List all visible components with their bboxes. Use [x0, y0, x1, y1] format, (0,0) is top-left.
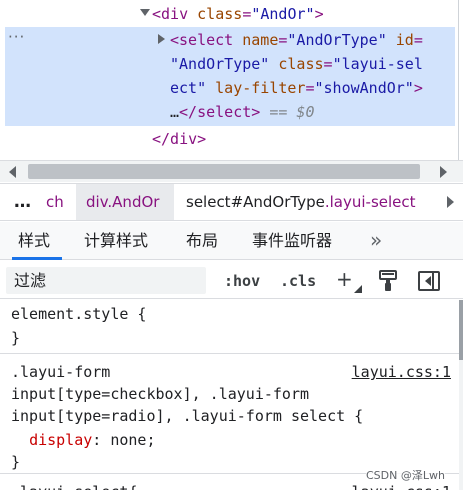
breadcrumb-item-select[interactable]: select#AndOrType.layui-select: [186, 184, 416, 220]
tag-name: <div: [152, 5, 189, 23]
styles-pane: element.style { } .layui-form layui.css:…: [0, 300, 459, 490]
new-style-rule-button[interactable]: +: [336, 267, 353, 291]
attr-name: name: [242, 31, 279, 49]
property-name[interactable]: display: [29, 431, 92, 449]
rule-selector[interactable]: .layui-select{: [11, 480, 137, 490]
attr-value: "AndOrType": [170, 55, 270, 73]
rule-selector[interactable]: input[type=radio], .layui-form select {: [11, 404, 363, 428]
collapse-triangle-icon[interactable]: [158, 34, 165, 44]
div-close-tag[interactable]: </div>: [152, 127, 206, 151]
breadcrumb: … ch div.AndOr select#AndOrType.layui-se…: [0, 183, 463, 221]
styles-toolbar: :hov .cls +: [0, 261, 463, 299]
rule-selector[interactable]: .layui-form: [11, 360, 110, 384]
elements-dom-tree: ··· <div class="AndOr"> <select name="An…: [0, 0, 463, 160]
rule-close: }: [11, 329, 21, 347]
attr-value: "AndOr": [251, 5, 315, 23]
horizontal-scrollbar[interactable]: [0, 160, 463, 182]
rule-declaration[interactable]: display: none;: [11, 428, 155, 452]
sidebar-divider: [432, 273, 434, 289]
select-open-line-2[interactable]: "AndOrType" class="layui-sel: [170, 52, 423, 76]
breadcrumb-item-div[interactable]: div.AndOr: [76, 184, 174, 220]
select-open-line-1[interactable]: <select name="AndOrType" id=: [170, 28, 423, 52]
breadcrumb-select-tag: select#AndOrType: [186, 193, 325, 211]
attr-eq: =: [413, 31, 423, 49]
vertical-scrollbar[interactable]: [459, 300, 463, 490]
scrollbar-thumb[interactable]: [459, 300, 463, 360]
panel-divider: [458, 0, 459, 160]
attr-name: id: [395, 31, 414, 49]
sidebar-arrow-icon: [425, 276, 431, 286]
filter-input[interactable]: [6, 267, 206, 294]
chevron-double-right-icon[interactable]: »: [370, 222, 382, 260]
tag-close: </select>: [179, 103, 261, 121]
scroll-left-arrow-icon[interactable]: [9, 166, 16, 178]
breadcrumb-select-class: .layui-select: [324, 193, 416, 211]
element-style-rule[interactable]: element.style { }: [0, 300, 459, 354]
expand-triangle-icon[interactable]: [140, 9, 150, 16]
console-ref-marker: == $0: [269, 103, 315, 121]
scrollbar-thumb[interactable]: [28, 164, 420, 179]
tab-computed[interactable]: 计算样式: [84, 222, 148, 260]
attr-eq: =: [305, 79, 315, 97]
div-open-tag[interactable]: <div class="AndOr">: [152, 2, 324, 26]
active-tab-indicator: [12, 257, 62, 260]
tab-styles[interactable]: 样式: [18, 222, 50, 260]
tag-close: >: [314, 5, 324, 23]
attr-name: class: [197, 5, 243, 23]
breadcrumb-scroll-right-icon[interactable]: [447, 196, 454, 208]
rule-source-link[interactable]: layui.css:1: [352, 360, 451, 384]
select-open-line-3[interactable]: ect" lay-filter="showAndOr">: [170, 76, 423, 100]
watermark: CSDN @泽Lwh: [366, 467, 445, 483]
property-value[interactable]: : none;: [92, 431, 155, 449]
tab-event-listeners[interactable]: 事件监听器: [252, 222, 332, 260]
tag-close: >: [413, 79, 423, 97]
breadcrumb-overflow[interactable]: …: [14, 184, 31, 220]
attr-name: class: [278, 55, 324, 73]
breadcrumb-item-partial[interactable]: ch: [46, 184, 64, 220]
attr-eq: =: [323, 55, 333, 73]
attr-value: "showAndOr": [314, 79, 414, 97]
rule-close: }: [11, 453, 21, 471]
attr-name: lay-filter: [215, 79, 306, 97]
node-actions-dots[interactable]: ···: [8, 28, 25, 46]
attr-eq: =: [242, 5, 252, 23]
select-open-line-4[interactable]: …</select> == $0: [170, 100, 315, 124]
attr-value: ect": [170, 79, 207, 97]
rule-selector[interactable]: input[type=checkbox], .layui-form: [11, 382, 309, 406]
toggle-sidebar-icon[interactable]: [418, 271, 440, 291]
attr-value: "AndOrType": [287, 31, 387, 49]
cls-button[interactable]: .cls: [280, 269, 316, 293]
attr-value: "layui-sel: [332, 55, 423, 73]
tab-layout[interactable]: 布局: [186, 222, 218, 260]
rule-selector[interactable]: element.style {: [11, 302, 146, 326]
hov-button[interactable]: :hov: [224, 269, 260, 293]
paint-brush-icon[interactable]: [378, 270, 398, 292]
new-rule-dropdown-caret-icon[interactable]: [354, 285, 362, 293]
layui-form-rule[interactable]: .layui-form layui.css:1 input[type=check…: [0, 358, 459, 474]
scroll-right-arrow-icon[interactable]: [440, 166, 447, 178]
tag-name: <select: [170, 31, 234, 49]
sidebar-tabs: 样式 计算样式 布局 事件监听器 »: [0, 222, 463, 260]
collapsed-children-ellipsis[interactable]: …: [170, 103, 179, 121]
